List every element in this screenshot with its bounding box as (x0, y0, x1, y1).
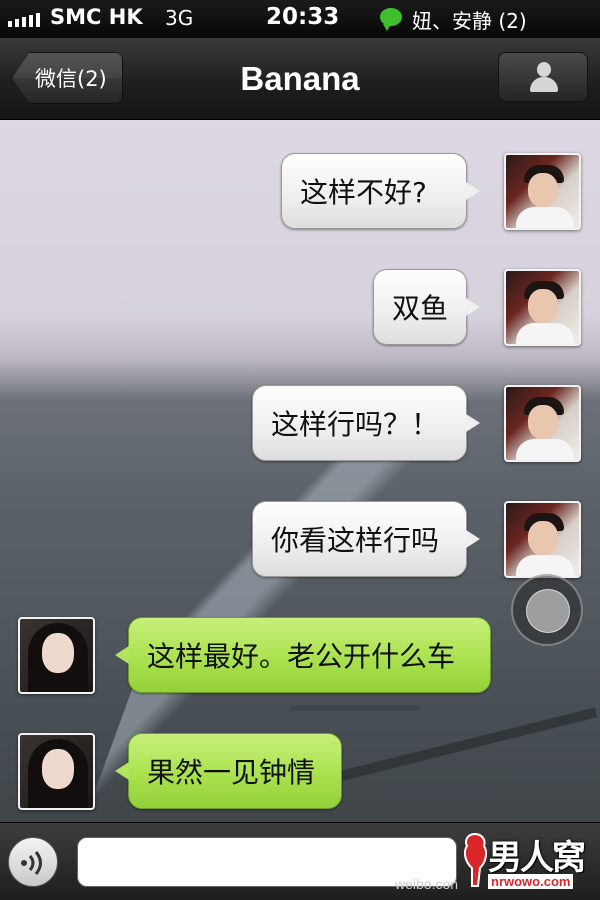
my-avatar[interactable] (504, 501, 581, 578)
contact-info-button[interactable] (498, 52, 588, 102)
their-message-bubble[interactable]: 这样最好。老公开什么车 (115, 617, 491, 693)
notification-text: 妞、安静 (2) (412, 9, 527, 33)
signal-strength-icon (8, 13, 40, 27)
my-message-bubble[interactable]: 这样行吗？！ (252, 385, 480, 461)
clock: 20:33 (266, 4, 340, 30)
network-type: 3G (165, 6, 194, 30)
voice-icon (21, 851, 42, 875)
message-text: 你看这样行吗 (271, 524, 440, 557)
status-bar: SMC HK 3G 20:33 妞、安静 (2) (0, 0, 600, 38)
logo-text: 男人窝 (488, 838, 586, 878)
my-avatar[interactable] (504, 269, 581, 346)
background-bridge (290, 705, 420, 711)
my-message-bubble[interactable]: 你看这样行吗 (252, 501, 480, 577)
my-message-bubble[interactable]: 这样不好? (281, 153, 480, 229)
chat-area[interactable]: 这样不好? 双鱼 这样行吗？！ 你看这样行吗 这样最好。老公开什么车 果然一见钟… (0, 120, 600, 822)
back-button[interactable]: 微信(2) (12, 52, 123, 104)
my-avatar[interactable] (504, 385, 581, 462)
chat-title: Banana (240, 60, 360, 97)
assistive-touch-button[interactable] (511, 574, 583, 646)
voice-input-button[interactable] (8, 837, 58, 887)
contact-avatar[interactable] (18, 617, 95, 694)
logo-figure-icon (463, 832, 488, 887)
carrier-name: SMC HK (50, 5, 143, 29)
site-logo-watermark: 男人窝 nrwowo.com (458, 826, 598, 898)
contact-avatar[interactable] (18, 733, 95, 810)
nav-bar: 微信(2) Banana (0, 38, 600, 120)
weibo-watermark: weibo.con (395, 876, 459, 892)
message-text: 这样行吗？！ (271, 408, 440, 441)
my-message-bubble[interactable]: 双鱼 (373, 269, 480, 345)
message-text: 这样最好。老公开什么车 (147, 640, 456, 673)
message-text: 果然一见钟情 (147, 756, 316, 789)
logo-url: nrwowo.com (488, 874, 574, 889)
back-button-label: 微信(2) (35, 67, 107, 91)
my-avatar[interactable] (504, 153, 581, 230)
wechat-bubble-icon (380, 8, 402, 31)
person-icon (528, 62, 560, 92)
message-text: 这样不好? (300, 176, 427, 209)
message-text: 双鱼 (392, 292, 449, 325)
their-message-bubble[interactable]: 果然一见钟情 (115, 733, 342, 809)
